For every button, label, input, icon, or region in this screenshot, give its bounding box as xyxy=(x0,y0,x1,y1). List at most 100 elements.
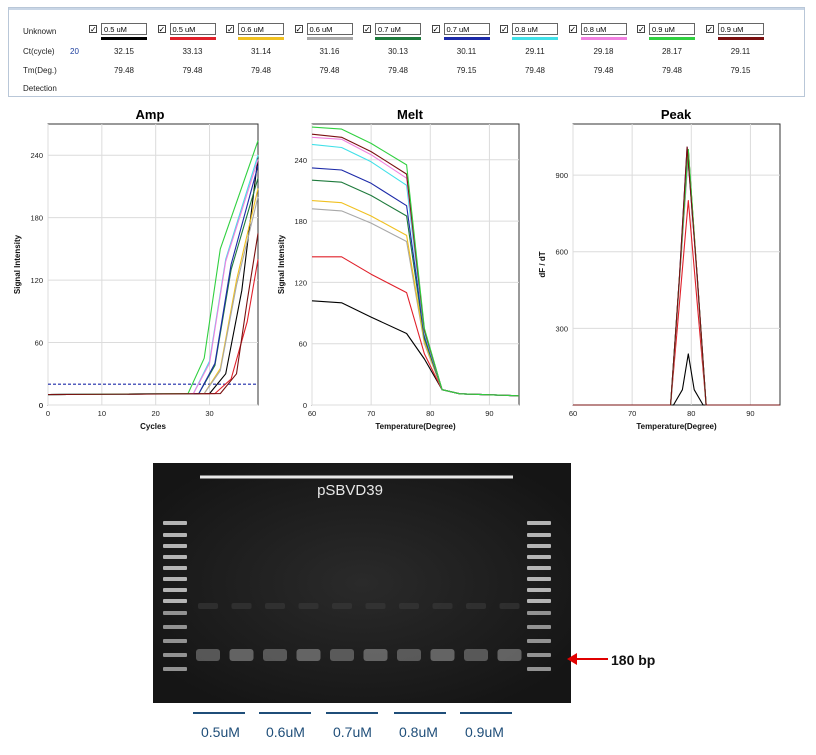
ladder-band xyxy=(163,521,187,525)
y-tick-label: 120 xyxy=(30,276,43,285)
x-tick-label: 80 xyxy=(687,409,695,418)
ladder-band xyxy=(527,521,551,525)
x-axis-label: Temperature(Degree) xyxy=(375,422,456,431)
faint-band xyxy=(265,603,285,609)
sample-band xyxy=(330,649,354,661)
x-tick-label: 70 xyxy=(367,409,375,418)
faint-band xyxy=(365,603,386,609)
y-axis-label: Signal Intensity xyxy=(13,234,22,294)
x-tick-label: 90 xyxy=(485,409,493,418)
ladder-band xyxy=(527,566,551,570)
x-tick-label: 70 xyxy=(628,409,636,418)
ladder-band xyxy=(163,599,187,603)
sample-band xyxy=(464,649,488,661)
lane-group-underline xyxy=(259,712,311,714)
ladder-band xyxy=(527,533,551,537)
ladder-band xyxy=(527,653,551,657)
sample-band xyxy=(229,649,254,661)
y-tick-label: 900 xyxy=(555,171,568,180)
band-size-label: 180 bp xyxy=(611,652,656,668)
faint-band xyxy=(231,603,252,609)
ladder-band xyxy=(163,653,187,657)
plot-frame xyxy=(47,123,259,406)
ladder-band xyxy=(527,588,551,592)
ladder-band xyxy=(527,599,551,603)
lane-group-underline xyxy=(460,712,512,714)
ladder-band xyxy=(163,555,187,559)
band-arrow-icon xyxy=(567,653,608,665)
ladder-band xyxy=(163,625,187,629)
lane-group-label: 0.8uM xyxy=(399,724,438,740)
y-axis-label: dF / dT xyxy=(538,251,547,277)
faint-band xyxy=(466,603,486,609)
chart-melt: 60 70 80 90060120180240Temperature(Degree)S… xyxy=(277,123,520,431)
sample-band xyxy=(263,649,287,661)
x-tick-label: 20 xyxy=(152,409,160,418)
x-tick-label: 10 xyxy=(98,409,106,418)
ladder-band xyxy=(163,566,187,570)
plot-frame xyxy=(572,123,781,406)
ladder-band xyxy=(527,577,551,581)
y-tick-label: 240 xyxy=(30,151,43,160)
x-tick-label: 0 xyxy=(46,409,50,418)
lane-group-label: 0.5uM xyxy=(201,724,240,740)
lane-group-label: 0.7uM xyxy=(333,724,372,740)
y-tick-label: 0 xyxy=(303,401,307,410)
sample-band xyxy=(296,649,321,661)
lane-group-label: 0.9uM xyxy=(465,724,504,740)
ladder-band xyxy=(527,555,551,559)
y-tick-label: 180 xyxy=(30,214,43,223)
ladder-band xyxy=(163,611,187,615)
y-tick-label: 240 xyxy=(294,156,307,165)
lane-group-underline xyxy=(193,712,245,714)
lane-group-label: 0.6uM xyxy=(266,724,305,740)
gel-image xyxy=(153,463,571,703)
ladder-band xyxy=(527,611,551,615)
sample-band xyxy=(196,649,220,661)
ladder-band xyxy=(163,639,187,643)
amp-title: Amp xyxy=(136,107,165,122)
x-tick-label: 80 xyxy=(426,409,434,418)
y-tick-label: 0 xyxy=(39,401,43,410)
sample-band xyxy=(497,649,522,661)
gel-title: pSBVD39 xyxy=(317,482,383,499)
gel-drawing xyxy=(153,463,571,703)
x-tick-label: 90 xyxy=(746,409,754,418)
ladder-band xyxy=(163,533,187,537)
y-tick-label: 120 xyxy=(294,278,307,287)
ladder-band xyxy=(163,544,187,548)
ladder-band xyxy=(527,667,551,671)
lane-group-underline xyxy=(394,712,446,714)
faint-band xyxy=(198,603,218,609)
faint-band xyxy=(298,603,319,609)
y-tick-label: 180 xyxy=(294,217,307,226)
melt-title: Melt xyxy=(397,107,424,122)
x-tick-label: 30 xyxy=(205,409,213,418)
x-tick-label: 60 xyxy=(308,409,316,418)
faint-band xyxy=(499,603,520,609)
faint-band xyxy=(332,603,352,609)
ladder-band xyxy=(163,577,187,581)
y-tick-label: 300 xyxy=(555,324,568,333)
sample-band xyxy=(397,649,421,661)
y-tick-label: 60 xyxy=(299,340,307,349)
faint-band xyxy=(399,603,419,609)
faint-band xyxy=(432,603,453,609)
chart-amp: 0 10 20 300601201802400CyclesSignal Intensi… xyxy=(13,123,259,431)
lane-group-underline xyxy=(326,712,378,714)
ladder-band xyxy=(527,639,551,643)
chart-peak: 60 70 80 90 300 600 900 Temperature(Degree) dF /… xyxy=(538,123,781,431)
x-axis-label: Temperature(Degree) xyxy=(636,422,717,431)
sample-band xyxy=(430,649,455,661)
ladder-band xyxy=(163,667,187,671)
y-axis-label: Signal Intensity xyxy=(277,234,286,294)
y-tick-label: 600 xyxy=(555,248,568,257)
plot-frame xyxy=(311,123,520,406)
ladder-band xyxy=(527,625,551,629)
peak-title: Peak xyxy=(661,107,692,122)
sample-band xyxy=(363,649,388,661)
x-tick-label: 60 xyxy=(569,409,577,418)
x-axis-label: Cycles xyxy=(140,422,166,431)
ladder-band xyxy=(163,588,187,592)
y-tick-label: 60 xyxy=(35,339,43,348)
